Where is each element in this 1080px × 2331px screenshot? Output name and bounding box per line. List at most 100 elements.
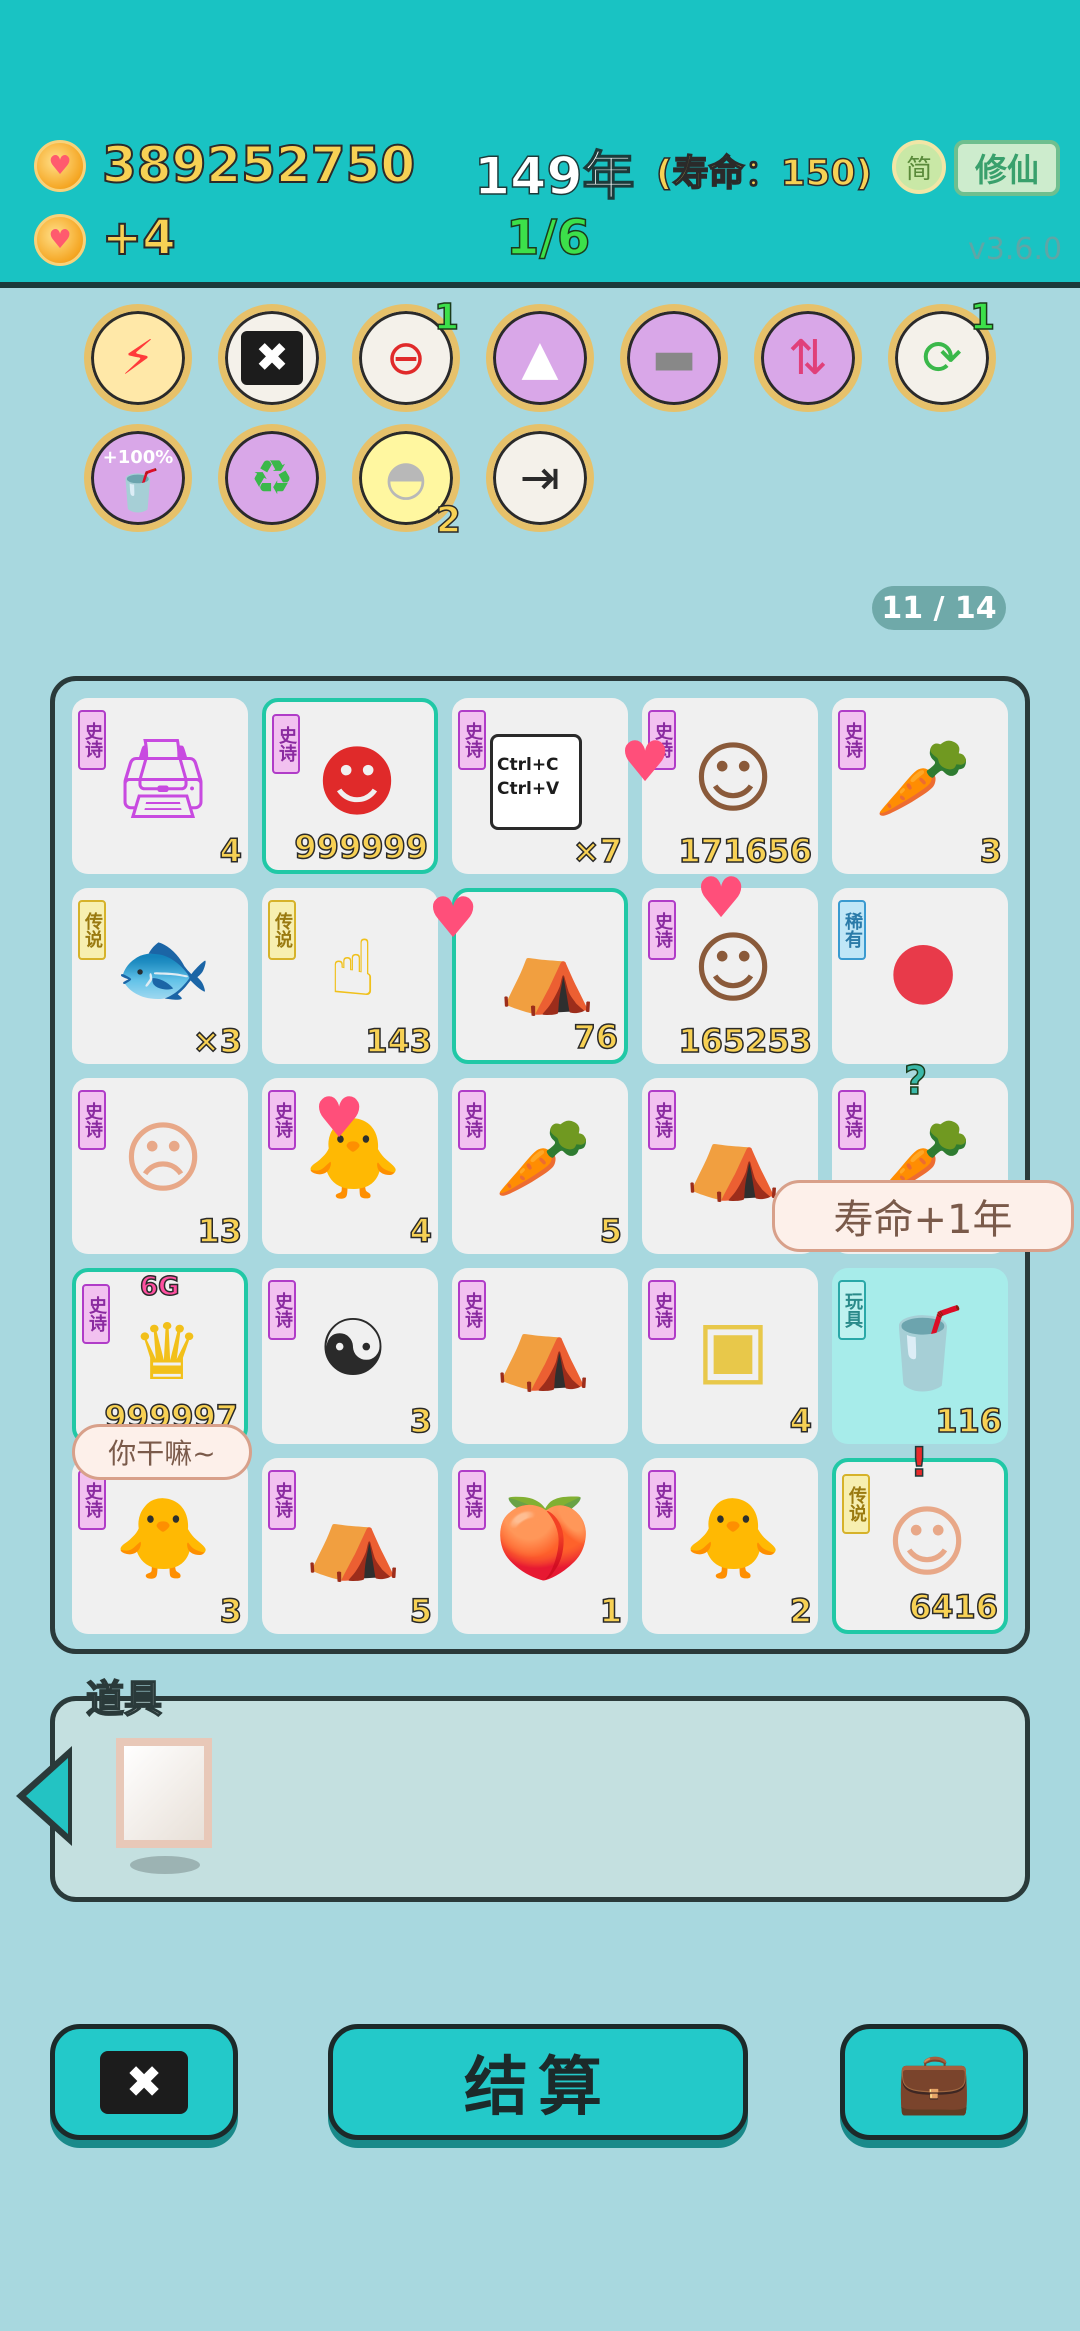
item-count: ×7 [572, 831, 623, 871]
simplified-toggle-button[interactable]: 简 [892, 140, 946, 194]
rarity-tag: 史诗 [268, 1090, 296, 1150]
king-icon: ♛ [132, 1308, 202, 1398]
bagua-icon: ☯ [318, 1304, 388, 1394]
refresh-icon: ⟳ [921, 330, 963, 386]
recycle-icon: ♻ [250, 450, 294, 506]
item-count: 143 [364, 1021, 432, 1061]
koi-fish-icon: 🐟 [114, 923, 212, 1014]
current-year: 149年 [473, 146, 635, 208]
board-cell[interactable]: 史诗 🐥 3 [72, 1458, 248, 1634]
rarity-tag: 史诗 [78, 710, 106, 770]
skill-delete-tag-button[interactable]: ✖ [218, 304, 326, 412]
skill-badge: 1 [433, 296, 460, 339]
rarity-tag: 传说 [268, 900, 296, 960]
tea-cup-icon: 🥤 [113, 467, 163, 514]
item-count: 3 [219, 1591, 243, 1631]
board-cell[interactable]: 史诗 ▣ 4 [642, 1268, 818, 1444]
board-cell[interactable]: 史诗 🍑 1 [452, 1458, 628, 1634]
board-cell[interactable]: 史诗 ☹ 13 [72, 1078, 248, 1254]
settle-button[interactable]: 结算 [328, 2024, 748, 2140]
board-cell[interactable]: 史诗 🥕 3 [832, 698, 1008, 874]
board-cell[interactable]: 史诗 🥕 5 [452, 1078, 628, 1254]
minus-circle-icon: ⊖ [385, 330, 427, 386]
delete-tag-icon: ✖ [241, 331, 303, 385]
arrow-left-inner [26, 1758, 68, 1834]
rabbit-tent-icon: ⛺ [494, 1303, 592, 1394]
board-cell[interactable]: 玩具 🥤 116 [832, 1268, 1008, 1444]
rarity-tag: 史诗 [648, 1090, 676, 1150]
board-cell[interactable]: 传说 ☝ 143 [262, 888, 438, 1064]
item-count: 3 [409, 1401, 433, 1441]
cancel-button[interactable]: ✖ [50, 2024, 238, 2140]
tea-cup-icon: 🥤 [874, 1303, 972, 1394]
board-cell[interactable]: 史诗 🖨 4 [72, 698, 248, 874]
girl-icon: ☺ [692, 734, 774, 824]
item-count: 5 [409, 1591, 433, 1631]
old-man-glasses-icon: ☺ [886, 1498, 968, 1588]
skill-minus-button[interactable]: ⊖ 1 [352, 296, 460, 412]
item-count: 3 [979, 831, 1003, 871]
heart-icon: ♥ [696, 866, 747, 931]
skirt-icon: ▲ [521, 330, 559, 386]
board-cell[interactable]: 史诗 Ctrl+C Ctrl+V ×7 [452, 698, 628, 874]
coin-delta: +4 [101, 209, 177, 267]
skill-skip-button[interactable]: ⇥ [486, 424, 594, 532]
rarity-tag: 史诗 [458, 1090, 486, 1150]
item-count: 4 [409, 1211, 433, 1251]
rarity-tag: 史诗 [648, 900, 676, 960]
coin-icon: ♥ [34, 140, 86, 192]
rarity-tag: 史诗 [458, 710, 486, 770]
rarity-tag: 史诗 [838, 710, 866, 770]
skill-refresh-button[interactable]: ⟳ 1 [888, 296, 996, 412]
red-hat-boy-icon: ☻ [316, 738, 398, 828]
board-cell[interactable]: 史诗 ⛺ [452, 1268, 628, 1444]
skill-lightning-button[interactable]: ⚡ [84, 304, 192, 412]
board-cell[interactable]: 史诗 ☯ 3 [262, 1268, 438, 1444]
skill-badge: 1 [969, 296, 996, 339]
board-cell[interactable]: 史诗 6G ♛ 999997 [72, 1268, 248, 1444]
copy-paste-icon: Ctrl+C Ctrl+V [490, 734, 582, 830]
item-count: 116 [934, 1401, 1002, 1441]
briefcase-icon: 💼 [896, 2047, 972, 2118]
skill-cleaver-button[interactable]: ▬ [620, 304, 728, 412]
item-count: 13 [197, 1211, 243, 1251]
skip-icon: ⇥ [519, 450, 561, 506]
cultivate-button[interactable]: 修仙 [954, 140, 1060, 196]
heart-icon: ♥ [428, 886, 479, 951]
board-cell[interactable]: 稀有 ● [832, 888, 1008, 1064]
cleaver-icon: ▬ [651, 330, 697, 386]
rarity-tag: 史诗 [272, 714, 300, 774]
claw-machine-icon: ▣ [696, 1304, 770, 1394]
rarity-tag: 史诗 [268, 1470, 296, 1530]
skill-skirt-button[interactable]: ▲ [486, 304, 594, 412]
rarity-tag: 史诗 [78, 1090, 106, 1150]
skill-shell-button[interactable]: ◓ 2 [352, 424, 462, 542]
question-mark: ? [903, 1057, 928, 1105]
item-count: ×3 [192, 1021, 243, 1061]
board-cell[interactable]: 史诗 ⛺ 5 [262, 1458, 438, 1634]
rarity-tag: 史诗 [458, 1470, 486, 1530]
board-cell[interactable]: ⛺ 76 [452, 888, 628, 1064]
board-cell[interactable]: 史诗 🐥 2 [642, 1458, 818, 1634]
rarity-tag: 传说 [842, 1474, 870, 1534]
skill-recycle-button[interactable]: ♻ [218, 424, 326, 532]
item-count: 171656 [678, 831, 813, 871]
speech-bubble: 你干嘛~ [72, 1424, 252, 1480]
peach-icon: 🍑 [494, 1493, 592, 1584]
carrot-icon: 🥕 [874, 733, 972, 824]
lifespan-label: (寿命：150) [655, 152, 873, 195]
props-title: 道具 [85, 1676, 163, 1722]
prop-shadow [130, 1856, 200, 1874]
rabbit-tent-icon: ⛺ [684, 1113, 782, 1204]
board-cell[interactable]: 传说 🐟 ×3 [72, 888, 248, 1064]
rabbit-tent-icon: ⛺ [498, 927, 596, 1018]
rarity-tag: 史诗 [648, 1470, 676, 1530]
skill-tea-boost-button[interactable]: +100% 🥤 [84, 424, 192, 532]
bald-man-icon: ☹ [122, 1114, 204, 1204]
prop-item-card[interactable] [116, 1738, 212, 1848]
exclaim-mark: ! [909, 1439, 929, 1487]
skill-bowls-button[interactable]: ⇅ [754, 304, 862, 412]
carrot-icon: 🥕 [494, 1113, 592, 1204]
board-cell[interactable]: 史诗 ☻ 999999 [262, 698, 438, 874]
bag-button[interactable]: 💼 [840, 2024, 1028, 2140]
